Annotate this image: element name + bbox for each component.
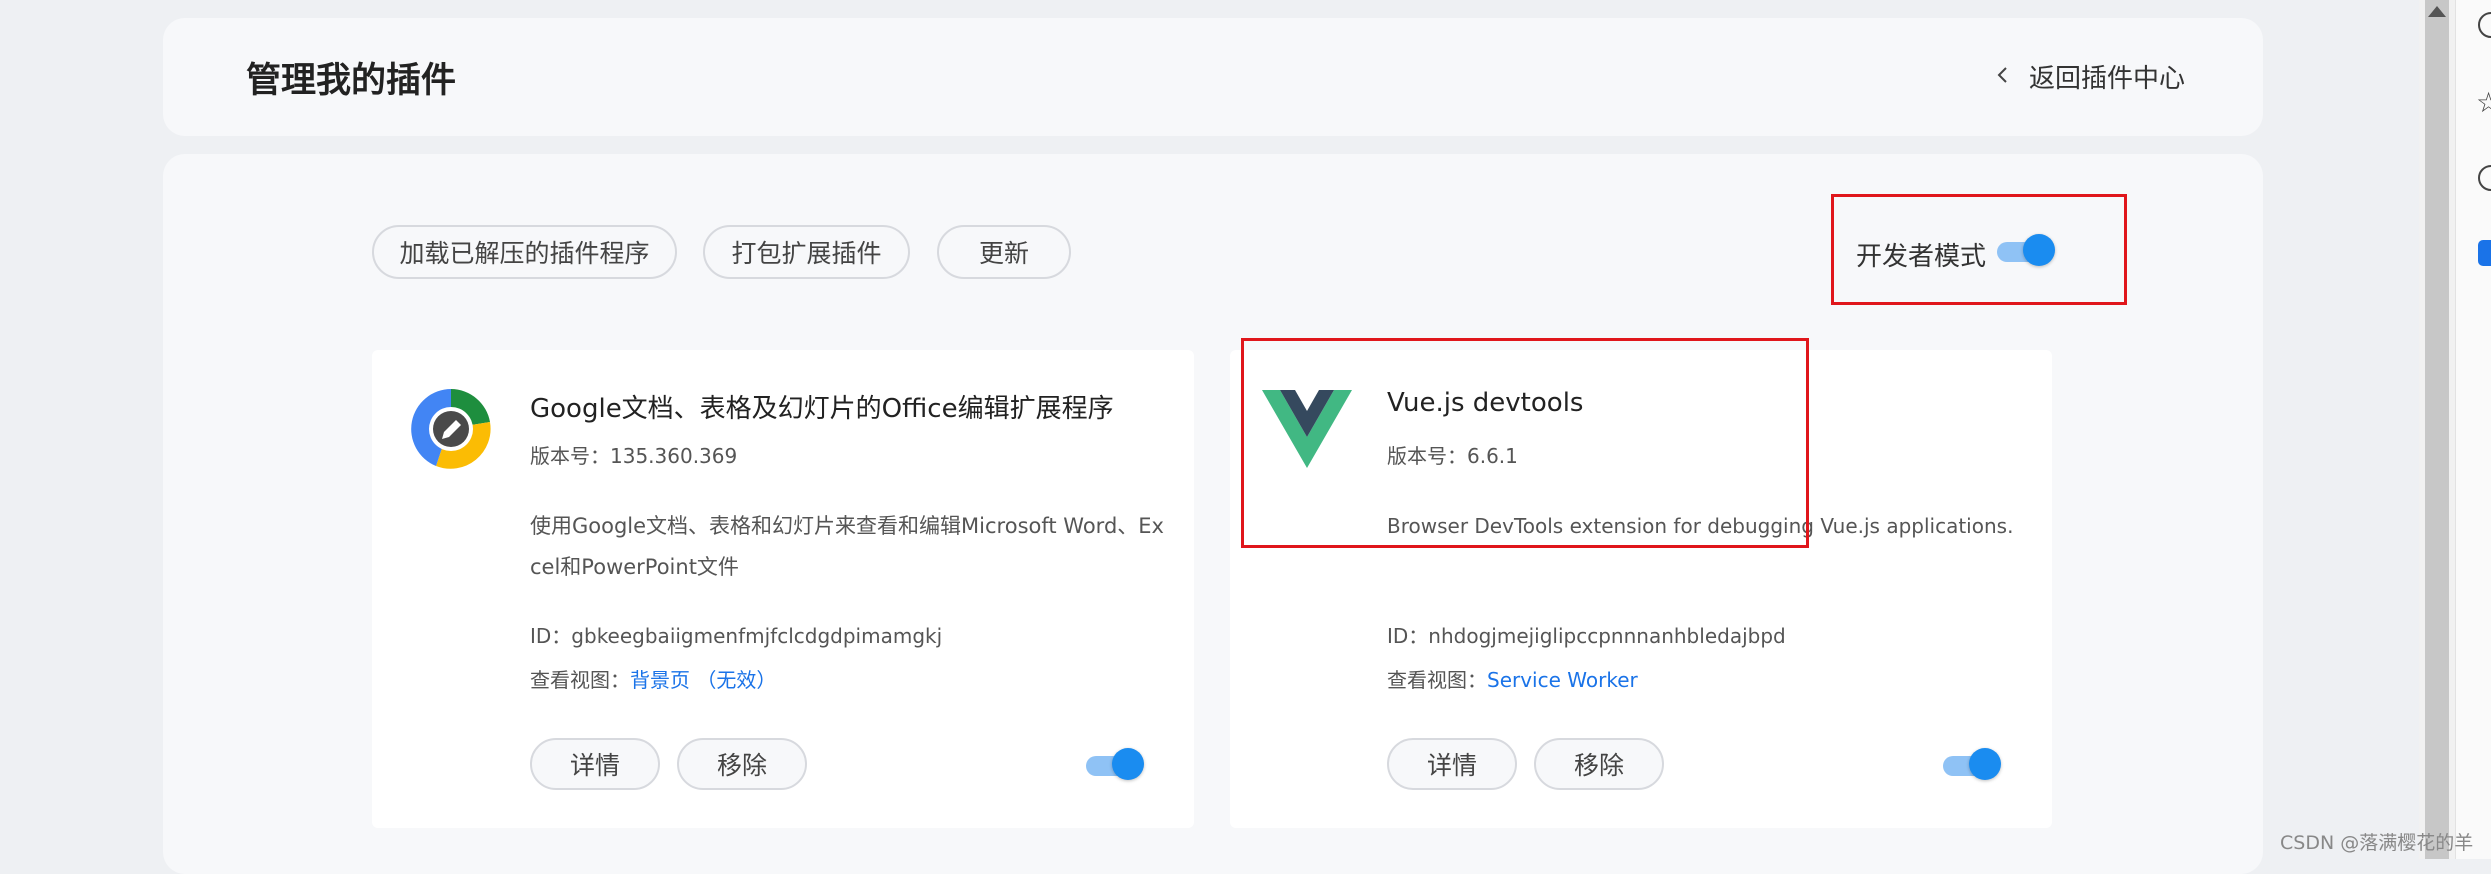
watermark-text: CSDN @落满樱花的羊: [2280, 832, 2474, 854]
side-panel-strip: [2455, 0, 2491, 859]
remove-button[interactable]: 移除: [1534, 738, 1664, 790]
pack-extension-button[interactable]: 打包扩展插件: [703, 225, 910, 279]
inspect-views-row: 查看视图：背景页 （无效）: [530, 664, 776, 693]
scroll-up-arrow-icon[interactable]: [2428, 6, 2446, 17]
update-button[interactable]: 更新: [937, 225, 1071, 279]
page-title: 管理我的插件: [246, 61, 457, 101]
extension-id: ID：gbkeegbaiigmenfmjfclcdgdpimamgkj: [530, 624, 943, 648]
inspect-views-row: 查看视图：Service Worker: [1387, 664, 1638, 693]
star-icon[interactable]: ☆: [2476, 86, 2491, 119]
extension-name: Google文档、表格及幻灯片的Office编辑扩展程序: [530, 394, 1114, 424]
header-panel: [163, 18, 2263, 136]
back-to-store-label: 返回插件中心: [2029, 64, 2186, 94]
inspect-view-link[interactable]: 背景页 （无效）: [630, 668, 776, 692]
inspect-view-link[interactable]: Service Worker: [1487, 668, 1638, 692]
vue-extension-highlight-box: [1241, 338, 1809, 548]
extension-enable-toggle[interactable]: [1943, 748, 2001, 784]
extension-version: 版本号：135.360.369: [530, 444, 738, 468]
remove-button[interactable]: 移除: [677, 738, 807, 790]
extension-id: ID：nhdogjmejiglipccpnnnanhbledajbpd: [1387, 624, 1786, 648]
google-docs-edit-icon: [406, 384, 496, 474]
extension-app-icon[interactable]: [2478, 240, 2491, 266]
inspect-views-label: 查看视图：: [1387, 668, 1487, 692]
back-to-store-link[interactable]: 返回插件中心: [1995, 58, 2185, 95]
details-button[interactable]: 详情: [530, 738, 660, 790]
extension-enable-toggle[interactable]: [1086, 748, 1144, 784]
chevron-left-icon: [1995, 62, 2011, 92]
developer-mode-highlight-box: [1831, 194, 2127, 305]
extension-description: 使用Google文档、表格和幻灯片来查看和编辑Microsoft Word、Ex…: [530, 514, 1164, 579]
scrollbar-thumb[interactable]: [2425, 0, 2449, 859]
inspect-views-label: 查看视图：: [530, 668, 630, 692]
details-button[interactable]: 详情: [1387, 738, 1517, 790]
load-unpacked-button[interactable]: 加载已解压的插件程序: [372, 225, 677, 279]
